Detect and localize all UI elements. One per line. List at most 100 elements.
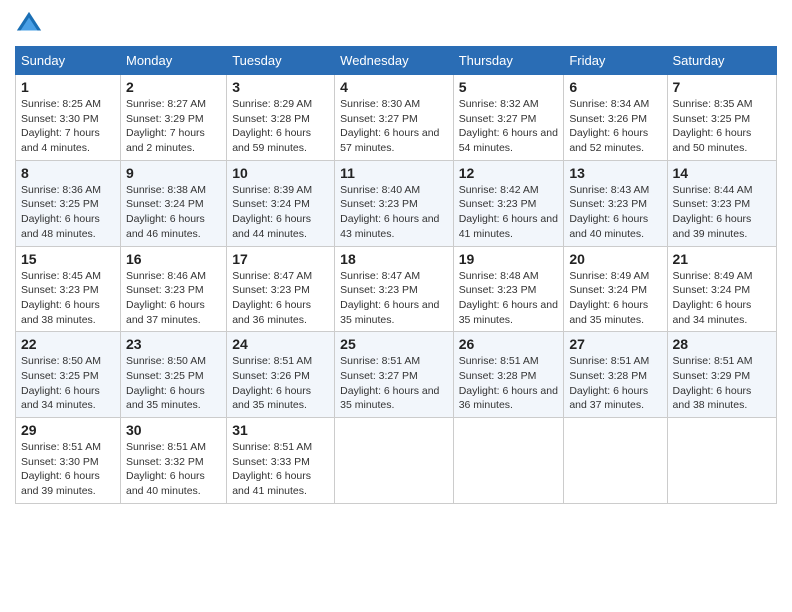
day-info: Sunrise: 8:51 AMSunset: 3:26 PMDaylight:…: [232, 354, 329, 413]
day-info: Sunrise: 8:51 AMSunset: 3:33 PMDaylight:…: [232, 440, 329, 499]
day-info: Sunrise: 8:51 AMSunset: 3:29 PMDaylight:…: [673, 354, 771, 413]
day-number: 31: [232, 422, 329, 438]
calendar-cell: 16 Sunrise: 8:46 AMSunset: 3:23 PMDayligh…: [121, 246, 227, 332]
calendar-cell: 4Sunrise: 8:30 AMSunset: 3:27 PMDaylight…: [335, 75, 454, 161]
day-info: Sunrise: 8:42 AMSunset: 3:23 PMDaylight:…: [459, 183, 559, 242]
day-info: Sunrise: 8:34 AMSunset: 3:26 PMDaylight:…: [569, 97, 661, 156]
day-info: Sunrise: 8:27 AMSunset: 3:29 PMDaylight:…: [126, 97, 221, 156]
day-info: Sunrise: 8:36 AMSunset: 3:25 PMDaylight:…: [21, 183, 115, 242]
day-info: Sunrise: 8:29 AMSunset: 3:28 PMDaylight:…: [232, 97, 329, 156]
day-info: Sunrise: 8:49 AMSunset: 3:24 PMDaylight:…: [569, 269, 661, 328]
day-info: Sunrise: 8:51 AMSunset: 3:27 PMDaylight:…: [340, 354, 448, 413]
day-number: 8: [21, 165, 115, 181]
calendar-cell: 22Sunrise: 8:50 AMSunset: 3:25 PMDayligh…: [16, 332, 121, 418]
day-number: 17: [232, 251, 329, 267]
day-info: Sunrise: 8:51 AMSunset: 3:32 PMDaylight:…: [126, 440, 221, 499]
calendar-cell: 11 Sunrise: 8:40 AMSunset: 3:23 PMDayligh…: [335, 160, 454, 246]
calendar-cell: 28 Sunrise: 8:51 AMSunset: 3:29 PMDayligh…: [667, 332, 776, 418]
calendar-cell: 19 Sunrise: 8:48 AMSunset: 3:23 PMDayligh…: [453, 246, 564, 332]
day-info: Sunrise: 8:25 AMSunset: 3:30 PMDaylight:…: [21, 97, 115, 156]
day-number: 20: [569, 251, 661, 267]
day-number: 7: [673, 79, 771, 95]
calendar-cell: 21 Sunrise: 8:49 AMSunset: 3:24 PMDayligh…: [667, 246, 776, 332]
calendar-cell: [564, 418, 667, 504]
logo-icon: [15, 10, 43, 38]
day-number: 10: [232, 165, 329, 181]
day-info: Sunrise: 8:50 AMSunset: 3:25 PMDaylight:…: [21, 354, 115, 413]
header-wednesday: Wednesday: [335, 47, 454, 75]
day-number: 19: [459, 251, 559, 267]
logo: [15, 10, 47, 38]
day-info: Sunrise: 8:48 AMSunset: 3:23 PMDaylight:…: [459, 269, 559, 328]
calendar-cell: 5 Sunrise: 8:32 AMSunset: 3:27 PMDaylight…: [453, 75, 564, 161]
day-number: 28: [673, 336, 771, 352]
day-info: Sunrise: 8:43 AMSunset: 3:23 PMDaylight:…: [569, 183, 661, 242]
day-number: 3: [232, 79, 329, 95]
calendar-cell: 14 Sunrise: 8:44 AMSunset: 3:23 PMDayligh…: [667, 160, 776, 246]
calendar-cell: 18 Sunrise: 8:47 AMSunset: 3:23 PMDayligh…: [335, 246, 454, 332]
day-info: Sunrise: 8:47 AMSunset: 3:23 PMDaylight:…: [340, 269, 448, 328]
week-row-2: 8 Sunrise: 8:36 AMSunset: 3:25 PMDaylight…: [16, 160, 777, 246]
day-number: 25: [340, 336, 448, 352]
day-number: 9: [126, 165, 221, 181]
day-info: Sunrise: 8:44 AMSunset: 3:23 PMDaylight:…: [673, 183, 771, 242]
header-sunday: Sunday: [16, 47, 121, 75]
calendar-cell: 10 Sunrise: 8:39 AMSunset: 3:24 PMDayligh…: [227, 160, 335, 246]
header-saturday: Saturday: [667, 47, 776, 75]
day-number: 23: [126, 336, 221, 352]
calendar-cell: 26Sunrise: 8:51 AMSunset: 3:28 PMDayligh…: [453, 332, 564, 418]
header-row: SundayMondayTuesdayWednesdayThursdayFrid…: [16, 47, 777, 75]
week-row-1: 1 Sunrise: 8:25 AMSunset: 3:30 PMDaylight…: [16, 75, 777, 161]
day-number: 15: [21, 251, 115, 267]
calendar-cell: 15 Sunrise: 8:45 AMSunset: 3:23 PMDayligh…: [16, 246, 121, 332]
day-number: 11: [340, 165, 448, 181]
calendar-cell: 3 Sunrise: 8:29 AMSunset: 3:28 PMDaylight…: [227, 75, 335, 161]
day-number: 13: [569, 165, 661, 181]
day-number: 16: [126, 251, 221, 267]
calendar-cell: 24 Sunrise: 8:51 AMSunset: 3:26 PMDayligh…: [227, 332, 335, 418]
day-number: 18: [340, 251, 448, 267]
calendar-cell: 6 Sunrise: 8:34 AMSunset: 3:26 PMDaylight…: [564, 75, 667, 161]
calendar-cell: 20 Sunrise: 8:49 AMSunset: 3:24 PMDayligh…: [564, 246, 667, 332]
day-number: 21: [673, 251, 771, 267]
calendar-cell: 31 Sunrise: 8:51 AMSunset: 3:33 PMDayligh…: [227, 418, 335, 504]
day-info: Sunrise: 8:49 AMSunset: 3:24 PMDaylight:…: [673, 269, 771, 328]
header-monday: Monday: [121, 47, 227, 75]
day-info: Sunrise: 8:39 AMSunset: 3:24 PMDaylight:…: [232, 183, 329, 242]
day-info: Sunrise: 8:47 AMSunset: 3:23 PMDaylight:…: [232, 269, 329, 328]
day-info: Sunrise: 8:32 AMSunset: 3:27 PMDaylight:…: [459, 97, 559, 156]
day-number: 12: [459, 165, 559, 181]
day-number: 29: [21, 422, 115, 438]
calendar-cell: [335, 418, 454, 504]
week-row-3: 15 Sunrise: 8:45 AMSunset: 3:23 PMDayligh…: [16, 246, 777, 332]
day-number: 24: [232, 336, 329, 352]
day-info: Sunrise: 8:35 AMSunset: 3:25 PMDaylight:…: [673, 97, 771, 156]
day-info: Sunrise: 8:40 AMSunset: 3:23 PMDaylight:…: [340, 183, 448, 242]
calendar-cell: 9Sunrise: 8:38 AMSunset: 3:24 PMDaylight…: [121, 160, 227, 246]
day-number: 5: [459, 79, 559, 95]
calendar-cell: 1 Sunrise: 8:25 AMSunset: 3:30 PMDaylight…: [16, 75, 121, 161]
calendar-cell: [453, 418, 564, 504]
calendar-table: SundayMondayTuesdayWednesdayThursdayFrid…: [15, 46, 777, 504]
day-number: 1: [21, 79, 115, 95]
calendar-cell: 27Sunrise: 8:51 AMSunset: 3:28 PMDayligh…: [564, 332, 667, 418]
day-number: 6: [569, 79, 661, 95]
day-number: 30: [126, 422, 221, 438]
day-info: Sunrise: 8:45 AMSunset: 3:23 PMDaylight:…: [21, 269, 115, 328]
day-number: 14: [673, 165, 771, 181]
day-info: Sunrise: 8:51 AMSunset: 3:28 PMDaylight:…: [459, 354, 559, 413]
calendar-cell: 8 Sunrise: 8:36 AMSunset: 3:25 PMDaylight…: [16, 160, 121, 246]
calendar-cell: 7 Sunrise: 8:35 AMSunset: 3:25 PMDaylight…: [667, 75, 776, 161]
week-row-5: 29 Sunrise: 8:51 AMSunset: 3:30 PMDayligh…: [16, 418, 777, 504]
header-tuesday: Tuesday: [227, 47, 335, 75]
week-row-4: 22Sunrise: 8:50 AMSunset: 3:25 PMDayligh…: [16, 332, 777, 418]
calendar-cell: 30 Sunrise: 8:51 AMSunset: 3:32 PMDayligh…: [121, 418, 227, 504]
day-info: Sunrise: 8:46 AMSunset: 3:23 PMDaylight:…: [126, 269, 221, 328]
calendar-cell: 2 Sunrise: 8:27 AMSunset: 3:29 PMDaylight…: [121, 75, 227, 161]
calendar-cell: 23Sunrise: 8:50 AMSunset: 3:25 PMDayligh…: [121, 332, 227, 418]
calendar-cell: 17 Sunrise: 8:47 AMSunset: 3:23 PMDayligh…: [227, 246, 335, 332]
day-info: Sunrise: 8:51 AMSunset: 3:30 PMDaylight:…: [21, 440, 115, 499]
header-friday: Friday: [564, 47, 667, 75]
day-info: Sunrise: 8:30 AMSunset: 3:27 PMDaylight:…: [340, 97, 448, 156]
day-number: 2: [126, 79, 221, 95]
